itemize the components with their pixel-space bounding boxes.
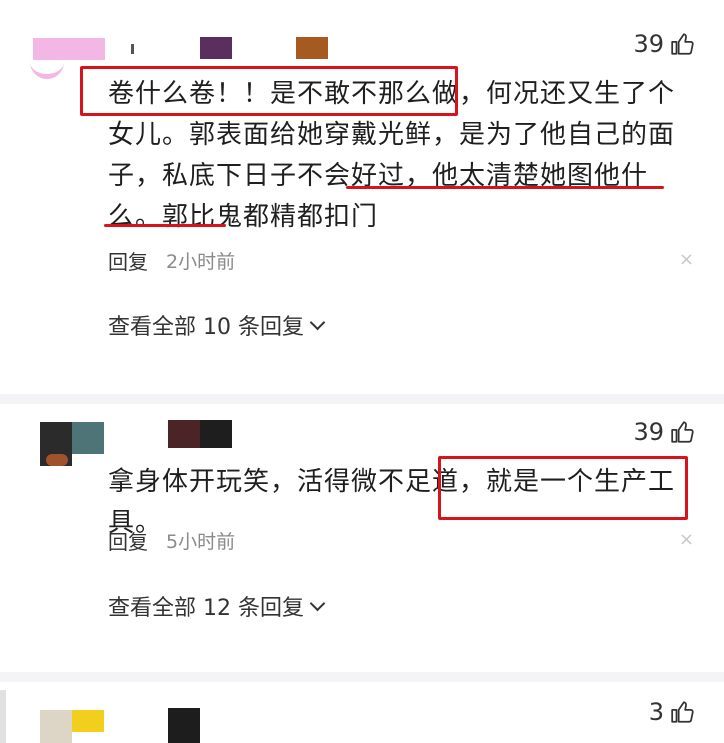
chevron-down-icon	[309, 595, 326, 611]
thumbs-up-icon	[671, 33, 694, 55]
close-icon[interactable]: ×	[679, 249, 694, 270]
comment-1: 39 卷什么卷！！是不敢不那么做，何况还又生了个女儿。郭表面给她穿戴光鲜，是为了…	[0, 0, 724, 380]
chevron-down-icon	[309, 314, 326, 330]
username-mask	[168, 420, 200, 448]
comment-meta: 回复 2小时前	[108, 246, 235, 275]
username-mask	[168, 708, 200, 743]
like-button[interactable]: 39	[633, 30, 696, 58]
view-all-replies[interactable]: 查看全部 12 条回复	[108, 590, 326, 622]
highlight-underline	[104, 224, 226, 227]
timestamp: 2小时前	[166, 251, 236, 273]
reply-button[interactable]: 回复	[108, 246, 148, 275]
like-button[interactable]: 39	[633, 418, 696, 446]
view-all-replies-label: 查看全部 10 条回复	[108, 315, 304, 340]
close-icon[interactable]: ×	[679, 529, 694, 550]
username-mask	[131, 44, 134, 54]
username-mask	[296, 37, 328, 59]
like-count: 3	[648, 698, 664, 726]
avatar-mask	[46, 454, 68, 466]
avatar-mask	[72, 422, 104, 454]
thumbs-up-icon	[671, 421, 694, 443]
comment-2: 39 拿身体开玩笑，活得微不足道，就是一个生产工具。 回复 5小时前 × 查看全…	[0, 404, 724, 684]
avatar[interactable]	[40, 710, 72, 743]
timestamp: 5小时前	[166, 531, 236, 553]
divider	[0, 394, 724, 404]
like-count: 39	[633, 418, 664, 446]
like-button[interactable]: 3	[649, 698, 696, 726]
avatar[interactable]	[33, 38, 105, 60]
divider	[0, 672, 724, 682]
avatar-mask	[72, 710, 104, 732]
avatar-mask	[30, 60, 64, 79]
highlight-box	[438, 456, 688, 520]
comment-3: 3	[0, 682, 724, 743]
view-all-replies-label: 查看全部 12 条回复	[108, 596, 304, 621]
view-all-replies[interactable]: 查看全部 10 条回复	[108, 309, 326, 341]
reply-button[interactable]: 回复	[108, 526, 148, 555]
comment-meta: 回复 5小时前	[108, 526, 235, 555]
scrollbar[interactable]	[0, 690, 6, 743]
thumbs-up-icon	[671, 701, 694, 723]
highlight-box	[80, 66, 458, 116]
like-count: 39	[633, 30, 664, 58]
username-mask	[200, 37, 232, 59]
username-mask	[200, 420, 232, 448]
highlight-underline	[346, 186, 664, 189]
